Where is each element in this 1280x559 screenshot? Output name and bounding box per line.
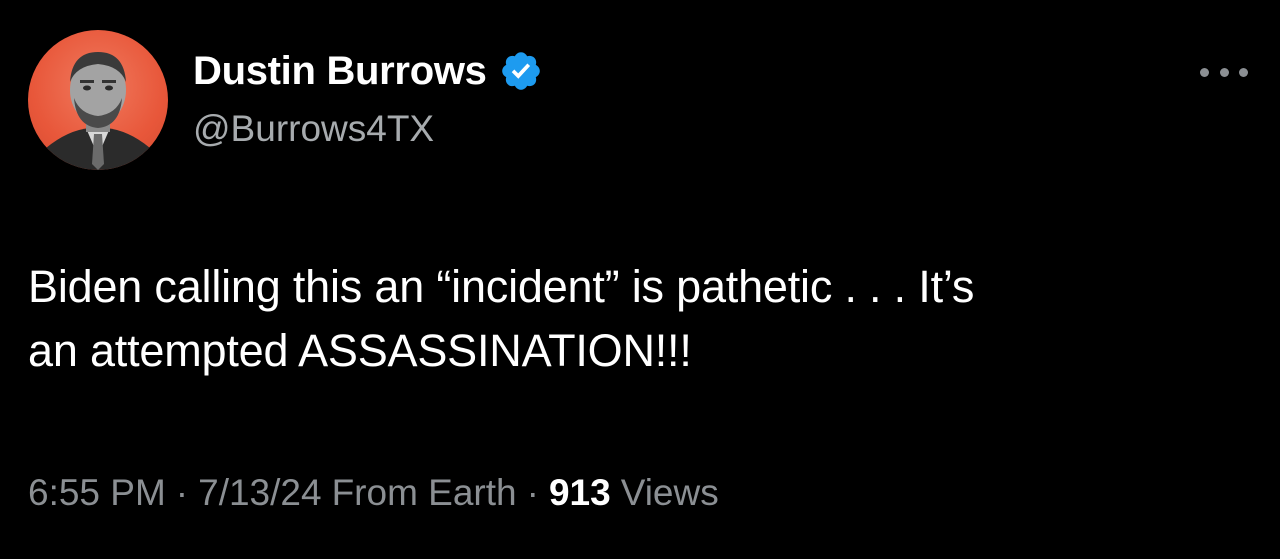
dot <box>1200 67 1209 77</box>
avatar-portrait <box>38 52 158 170</box>
avatar[interactable] <box>28 30 168 170</box>
tweet-source: From Earth <box>331 472 517 513</box>
tweet-text-line: Biden calling this an “incident” is path… <box>28 261 975 312</box>
display-name[interactable]: Dustin Burrows <box>193 49 487 94</box>
verified-badge-icon[interactable] <box>499 49 543 93</box>
separator: · <box>526 472 539 513</box>
tweet-card[interactable]: Dustin Burrows @Burrows4TX Biden calling… <box>0 0 1280 559</box>
dot <box>1239 67 1248 77</box>
tweet-date[interactable]: 7/13/24 <box>198 472 321 514</box>
separator: · <box>175 472 189 513</box>
tweet-time[interactable]: 6:55 PM <box>28 472 166 514</box>
tweet-text: Biden calling this an “incident” is path… <box>28 255 1248 383</box>
dot <box>1219 67 1229 77</box>
tweet-text-line: an attempted ASSASSINATION!!! <box>28 325 692 376</box>
views-label: Views <box>620 472 719 513</box>
views-count[interactable]: 913 <box>549 472 611 514</box>
author-handle[interactable]: @Burrows4TX <box>193 108 434 150</box>
tweet-meta: 6:55 PM · 7/13/24 From Earth · 913 Views <box>28 472 719 514</box>
author-name-row: Dustin Burrows <box>193 46 543 96</box>
more-options-icon[interactable] <box>1200 60 1248 84</box>
